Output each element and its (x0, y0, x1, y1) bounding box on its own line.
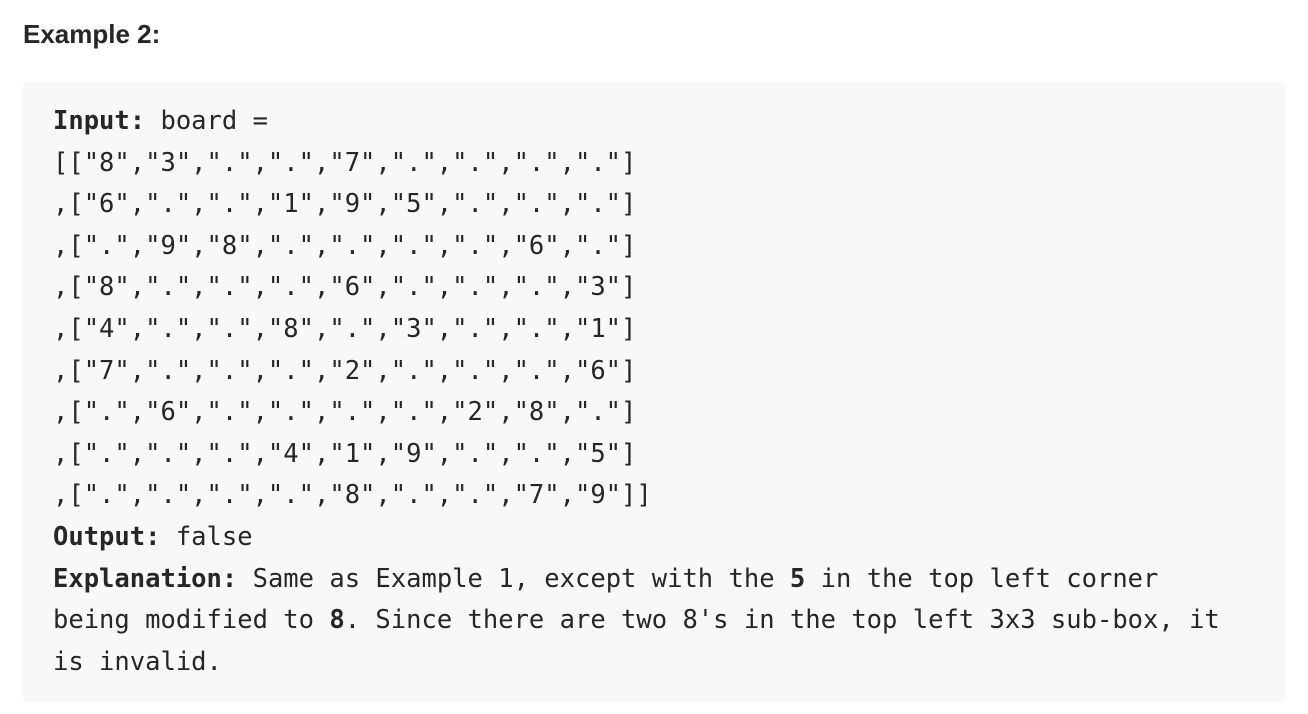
input-line: board = (145, 106, 284, 136)
explanation-bold-value: 5 (789, 563, 806, 594)
output-value: false (160, 521, 253, 552)
board-row: ,[".","6",".",".",".",".","2","8","."] (53, 397, 637, 428)
input-label: Input: (53, 106, 146, 136)
example-code: Input: board = [["8","3",".",".","7","."… (53, 101, 1220, 683)
explanation-text: is invalid. (53, 646, 222, 677)
board-row: ,["6",".",".","1","9","5",".",".","."] (53, 189, 637, 220)
board-row: [["8","3",".",".","7",".",".",".","."] (53, 147, 637, 178)
board-row: ,[".","9","8",".",".",".",".","6","."] (53, 230, 637, 261)
output-label: Output: (53, 521, 161, 552)
board-row: ,[".",".",".","4","1","9",".",".","5"] (53, 438, 637, 469)
board-row: ,["7",".",".",".","2",".",".",".","6"] (53, 355, 637, 386)
explanation-bold-value: 8 (329, 605, 345, 636)
board-row: ,["4",".",".","8",".","3",".",".","1"] (53, 313, 637, 344)
explanation-text: being modified to (53, 605, 330, 636)
example-block: Input: board = [["8","3",".",".","7","."… (22, 82, 1286, 702)
explanation-label: Explanation: (53, 563, 238, 594)
example-heading: Example 2: (23, 19, 161, 49)
explanation-text: Same as Example 1, except with the (237, 563, 790, 594)
explanation-text: . Since there are two 8's in the top lef… (344, 605, 1220, 636)
explanation-text: in the top left corner (805, 563, 1159, 594)
board-row: ,[".",".",".",".","8",".",".","7","9"]] (53, 480, 652, 511)
board-row: ,["8",".",".",".","6",".",".",".","3"] (53, 272, 637, 303)
